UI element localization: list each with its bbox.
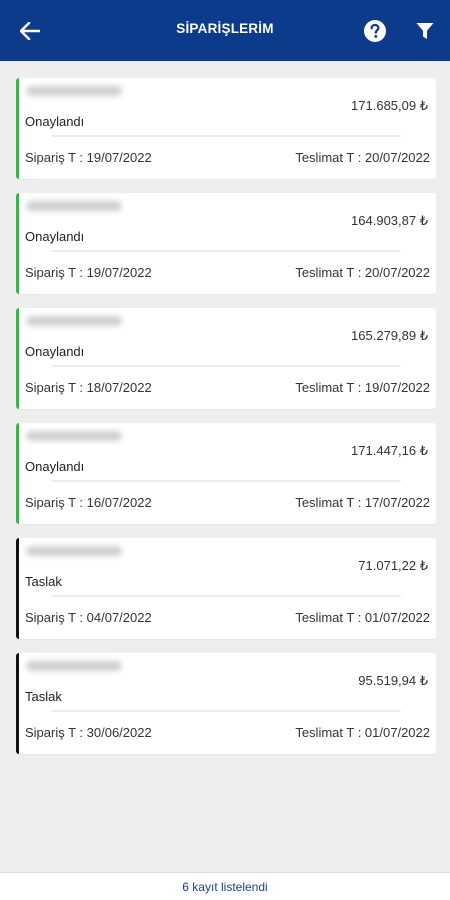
order-card[interactable]: 171.447,16 ₺ Onaylandı Sipariş T : 16/07/2… (16, 423, 436, 524)
delivery-date: Teslimat T : 20/07/2022 (295, 265, 430, 280)
order-amount: 171.447,16 ₺ (351, 443, 428, 458)
record-count: 6 kayıt listelendi (0, 872, 450, 900)
order-date: Sipariş T : 18/07/2022 (25, 380, 152, 395)
order-code-redacted (26, 431, 122, 441)
status-indicator-bar (16, 538, 19, 639)
delivery-date: Teslimat T : 20/07/2022 (295, 150, 430, 165)
orders-list: 171.685,09 ₺ Onaylandı Sipariş T : 19/07/2… (16, 78, 436, 768)
delivery-date: Teslimat T : 01/07/2022 (295, 725, 430, 740)
order-status: Onaylandı (25, 459, 85, 474)
order-status: Taslak (25, 574, 62, 589)
delivery-date: Teslimat T : 17/07/2022 (295, 495, 430, 510)
app-header: SİPARİŞLERİM (0, 0, 450, 61)
order-code-redacted (26, 86, 122, 96)
order-card[interactable]: 165.279,89 ₺ Onaylandı Sipariş T : 18/07/2… (16, 308, 436, 409)
funnel-filter-icon (416, 23, 434, 39)
order-amount: 171.685,09 ₺ (351, 98, 428, 113)
order-amount: 165.279,89 ₺ (351, 328, 428, 343)
question-circle-icon (364, 20, 386, 42)
divider (51, 595, 401, 597)
order-date: Sipariş T : 16/07/2022 (25, 495, 152, 510)
order-card[interactable]: 95.519,94 ₺ Taslak Sipariş T : 30/06/2022 T… (16, 653, 436, 754)
divider (51, 480, 401, 482)
order-code-redacted (26, 316, 122, 326)
divider (51, 710, 401, 712)
order-card[interactable]: 164.903,87 ₺ Onaylandı Sipariş T : 19/07/2… (16, 193, 436, 294)
order-card[interactable]: 171.685,09 ₺ Onaylandı Sipariş T : 19/07/2… (16, 78, 436, 179)
status-indicator-bar (16, 193, 19, 294)
divider (51, 365, 401, 367)
status-indicator-bar (16, 308, 19, 409)
divider (51, 250, 401, 252)
order-date: Sipariş T : 30/06/2022 (25, 725, 152, 740)
delivery-date: Teslimat T : 01/07/2022 (295, 610, 430, 625)
status-indicator-bar (16, 78, 19, 179)
status-indicator-bar (16, 653, 19, 754)
order-amount: 95.519,94 ₺ (358, 673, 428, 688)
order-date: Sipariş T : 19/07/2022 (25, 150, 152, 165)
order-card[interactable]: 71.071,22 ₺ Taslak Sipariş T : 04/07/2022 T… (16, 538, 436, 639)
order-code-redacted (26, 546, 122, 556)
filter-button[interactable] (410, 16, 440, 46)
order-status: Taslak (25, 689, 62, 704)
order-date: Sipariş T : 04/07/2022 (25, 610, 152, 625)
divider (51, 135, 401, 137)
order-status: Onaylandı (25, 229, 85, 244)
status-indicator-bar (16, 423, 19, 524)
help-button[interactable] (360, 16, 390, 46)
delivery-date: Teslimat T : 19/07/2022 (295, 380, 430, 395)
order-amount: 71.071,22 ₺ (358, 558, 428, 573)
order-code-redacted (26, 661, 122, 671)
order-status: Onaylandı (25, 114, 85, 129)
order-status: Onaylandı (25, 344, 85, 359)
order-date: Sipariş T : 19/07/2022 (25, 265, 152, 280)
order-amount: 164.903,87 ₺ (351, 213, 428, 228)
order-code-redacted (26, 201, 122, 211)
